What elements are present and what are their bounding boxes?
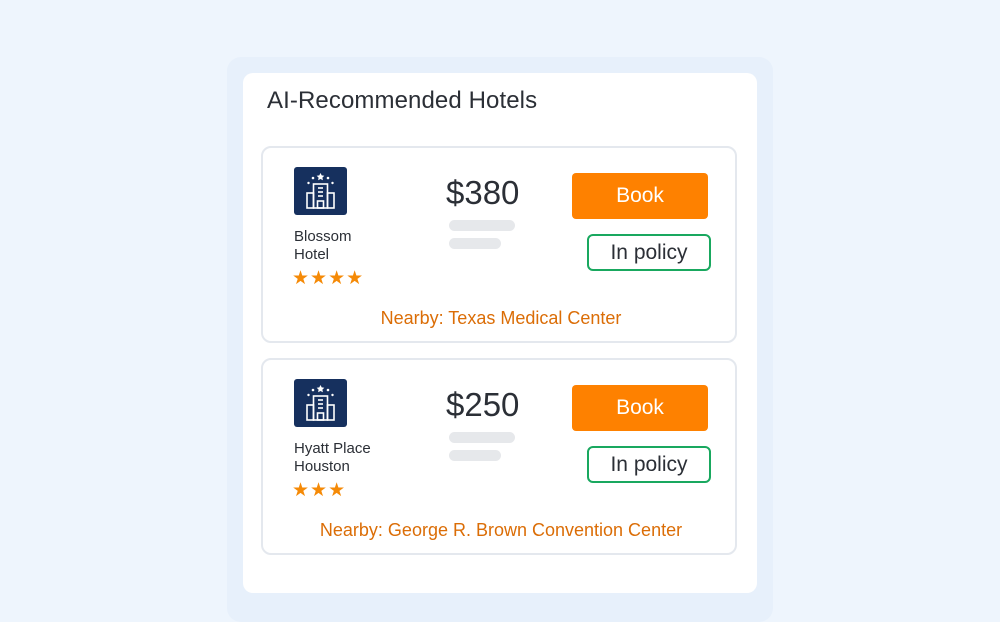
nearby-landmark: Nearby: Texas Medical Center	[380, 308, 622, 328]
in-policy-badge: In policy	[587, 234, 711, 271]
hotel-name-line1: Blossom	[294, 228, 352, 245]
hotel-name-line1: Hyatt Place	[294, 440, 371, 457]
hotel-name: Blossom Hotel	[294, 228, 414, 264]
hotel-price: $380	[446, 174, 520, 211]
hotel-name: Hyatt Place Houston	[294, 440, 414, 476]
recommendations-panel: AI-Recommended Hotels Blossom Hotel ★★★★…	[243, 73, 757, 593]
book-button[interactable]: Book	[572, 385, 708, 431]
hotel-price: $250	[446, 386, 520, 423]
nearby-landmark: Nearby: George R. Brown Convention Cente…	[319, 520, 683, 540]
hotel-card-blossom[interactable]: Blossom Hotel ★★★★ $380 Book In policy N…	[261, 146, 737, 343]
hotel-name-line2: Houston	[294, 458, 350, 475]
in-policy-badge: In policy	[587, 446, 711, 483]
hotel-building-icon	[294, 379, 347, 427]
star-rating: ★★★	[292, 480, 347, 501]
placeholder-line	[449, 432, 515, 443]
hotel-card-hyatt-place[interactable]: Hyatt Place Houston ★★★ $250 Book In pol…	[261, 358, 737, 555]
hotel-building-icon	[294, 167, 347, 215]
book-button[interactable]: Book	[572, 173, 708, 219]
placeholder-line	[449, 450, 501, 461]
star-rating: ★★★★	[292, 268, 365, 289]
placeholder-line	[449, 238, 501, 249]
panel-title: AI-Recommended Hotels	[267, 87, 538, 114]
hotel-name-line2: Hotel	[294, 246, 330, 263]
placeholder-line	[449, 220, 515, 231]
